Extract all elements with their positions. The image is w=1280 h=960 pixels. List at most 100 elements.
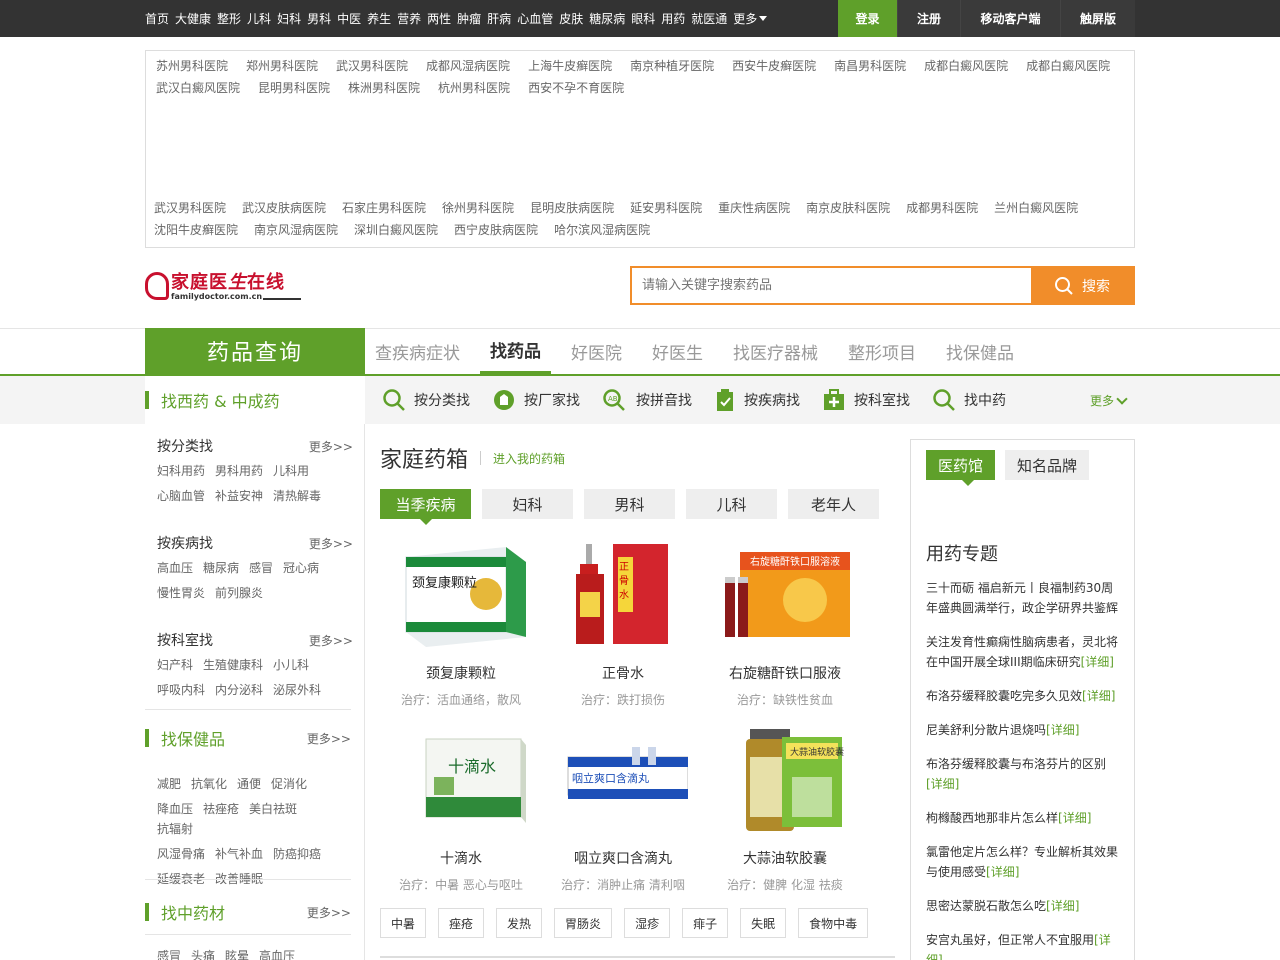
sidebar-link[interactable]: 美白祛斑	[249, 799, 297, 819]
hospital-link[interactable]: 西安牛皮癣医院	[732, 55, 816, 77]
topnav-item-clinic[interactable]: 就医通	[691, 10, 727, 27]
hospital-link[interactable]: 株洲男科医院	[348, 77, 420, 99]
sidebar-link[interactable]: 冠心病	[283, 558, 319, 578]
subnav-chinese-herbs[interactable]: 找中药	[932, 388, 1006, 412]
topnav-item-nutrition[interactable]: 营养	[397, 10, 421, 27]
disease-tag[interactable]: 胃肠炎	[554, 908, 613, 938]
more-link[interactable]: 更多>>	[307, 904, 351, 921]
hospital-link[interactable]: 苏州男科医院	[156, 55, 228, 77]
sidebar-link[interactable]: 妇产科	[157, 655, 193, 675]
sidebar-link[interactable]: 促消化	[271, 774, 307, 794]
product-name[interactable]: 十滴水	[386, 848, 536, 868]
topic-item[interactable]: 布洛芬缓释胶囊与布洛芬片的区别 [详细]	[926, 754, 1121, 794]
sidebar-link[interactable]: 抗辐射	[157, 819, 193, 839]
hospital-link[interactable]: 武汉皮肤病医院	[242, 197, 326, 219]
hospital-link[interactable]: 石家庄男科医院	[342, 197, 426, 219]
subnav-by-pinyin[interactable]: AB 按拼音找	[602, 388, 692, 412]
topnav-item-diabetes[interactable]: 糖尿病	[589, 10, 625, 27]
sidebar-link[interactable]: 心脑血管	[157, 486, 205, 506]
search-input[interactable]	[632, 268, 1031, 303]
topnav-item-wellness[interactable]: 养生	[367, 10, 391, 27]
detail-link[interactable]: [详细]	[1082, 689, 1115, 703]
sidebar-link[interactable]: 头痛	[191, 946, 215, 960]
topnav-item-health[interactable]: 大健康	[175, 10, 211, 27]
topnav-item-eye[interactable]: 眼科	[631, 10, 655, 27]
sidebar-link[interactable]: 呼吸内科	[157, 680, 205, 700]
hospital-link[interactable]: 杭州男科医院	[438, 77, 510, 99]
sidebar-link[interactable]: 泌尿外科	[273, 680, 321, 700]
more-link[interactable]: 更多>>	[309, 535, 353, 552]
nav-item-plastic[interactable]: 整形项目	[838, 328, 926, 374]
hospital-link[interactable]: 重庆性病医院	[718, 197, 790, 219]
sidebar-link[interactable]: 清热解毒	[273, 486, 321, 506]
disease-tag[interactable]: 失眠	[740, 908, 787, 938]
hospital-link[interactable]: 南京风湿病医院	[254, 219, 338, 241]
nav-item-symptoms[interactable]: 查疾病症状	[365, 328, 470, 374]
topnav-item-sex[interactable]: 两性	[427, 10, 451, 27]
disease-tag[interactable]: 中暑	[380, 908, 427, 938]
sidebar-link[interactable]: 补气补血	[215, 844, 263, 864]
sidebar-link[interactable]: 抗氧化	[191, 774, 227, 794]
hospital-link[interactable]: 昆明男科医院	[258, 77, 330, 99]
topnav-item-andrology[interactable]: 男科	[307, 10, 331, 27]
detail-link[interactable]: [详细]	[1046, 723, 1079, 737]
tab-famous-brands[interactable]: 知名品牌	[1005, 450, 1090, 480]
sidebar-link[interactable]: 防癌抑癌	[273, 844, 321, 864]
hospital-link[interactable]: 兰州白癜风医院	[994, 197, 1078, 219]
subnav-by-category[interactable]: 按分类找	[382, 388, 470, 412]
login-button[interactable]: 登录	[838, 0, 897, 37]
nav-item-drugs[interactable]: 找药品	[480, 328, 551, 374]
topnav-item-tumor[interactable]: 肿瘤	[457, 10, 481, 27]
disease-tag[interactable]: 发热	[496, 908, 543, 938]
subnav-by-manufacturer[interactable]: 按厂家找	[492, 388, 580, 412]
topic-item[interactable]: 枸橼酸西地那非片怎么样[详细]	[926, 808, 1121, 828]
sidebar-link[interactable]: 祛痤疮	[203, 799, 239, 819]
disease-tag[interactable]: 食物中毒	[798, 908, 869, 938]
detail-link[interactable]: [详细]	[1081, 655, 1114, 669]
register-button[interactable]: 注册	[897, 0, 960, 37]
sidebar-link[interactable]: 眩晕	[225, 946, 249, 960]
product-card[interactable]: 正骨水 正骨水 治疗：跌打损伤	[548, 542, 698, 708]
sidebar-link[interactable]: 通便	[237, 774, 261, 794]
hospital-link[interactable]: 深圳白癜风医院	[354, 219, 438, 241]
subnav-more[interactable]: 更多	[1090, 392, 1128, 409]
more-link[interactable]: 更多>>	[309, 632, 353, 649]
hospital-link[interactable]: 武汉男科医院	[154, 197, 226, 219]
hospital-link[interactable]: 哈尔滨风湿病医院	[554, 219, 650, 241]
sidebar-link[interactable]: 前列腺炎	[215, 583, 263, 603]
topnav-item-liver[interactable]: 肝病	[487, 10, 511, 27]
product-card[interactable]: 右旋糖酐铁口服溶液 右旋糖酐铁口服液 治疗：缺铁性贫血	[710, 542, 860, 708]
product-image[interactable]: 正骨水	[558, 542, 688, 647]
product-image[interactable]: 咽立爽口含滴丸	[558, 727, 689, 832]
product-name[interactable]: 颈复康颗粒	[386, 663, 536, 683]
nav-item-doctors[interactable]: 好医生	[642, 328, 713, 374]
detail-link[interactable]: [详细]	[986, 865, 1019, 879]
sidebar-link[interactable]: 儿科用	[273, 461, 309, 481]
product-card[interactable]: 颈复康颗粒 颈复康颗粒 治疗：活血通络，散风	[386, 542, 536, 708]
sidebar-link[interactable]: 补益安神	[215, 486, 263, 506]
detail-link[interactable]: [详细]	[1058, 811, 1091, 825]
subnav-by-department[interactable]: 按科室找	[822, 388, 910, 412]
more-link[interactable]: 更多>>	[307, 730, 351, 747]
product-name[interactable]: 右旋糖酐铁口服液	[710, 663, 860, 683]
hospital-link[interactable]: 昆明皮肤病医院	[530, 197, 614, 219]
hospital-link[interactable]: 南京种植牙医院	[630, 55, 714, 77]
product-name[interactable]: 大蒜油软胶囊	[710, 848, 860, 868]
product-name[interactable]: 正骨水	[548, 663, 698, 683]
hospital-link[interactable]: 南京皮肤科医院	[806, 197, 890, 219]
sidebar-link[interactable]: 高血压	[157, 558, 193, 578]
hospital-link[interactable]: 西宁皮肤病医院	[454, 219, 538, 241]
topic-item[interactable]: 思密达蒙脱石散怎么吃[详细]	[926, 896, 1121, 916]
sidebar-link[interactable]: 风湿骨痛	[157, 844, 205, 864]
topnav-item-drug[interactable]: 用药	[661, 10, 685, 27]
detail-link[interactable]: [详细]	[926, 777, 959, 791]
sidebar-link[interactable]: 感冒	[157, 946, 181, 960]
sidebar-link[interactable]: 感冒	[249, 558, 273, 578]
detail-link[interactable]: [详细]	[1046, 899, 1079, 913]
topic-item[interactable]: 安宫丸虽好，但正常人不宜服用[详细]	[926, 930, 1121, 960]
sidebar-link[interactable]: 高血压	[259, 946, 295, 960]
topnav-item-skin[interactable]: 皮肤	[559, 10, 583, 27]
hospital-link[interactable]: 成都白癜风医院	[1026, 55, 1110, 77]
sidebar-link[interactable]: 生殖健康科	[203, 655, 263, 675]
hospital-link[interactable]: 武汉男科医院	[336, 55, 408, 77]
